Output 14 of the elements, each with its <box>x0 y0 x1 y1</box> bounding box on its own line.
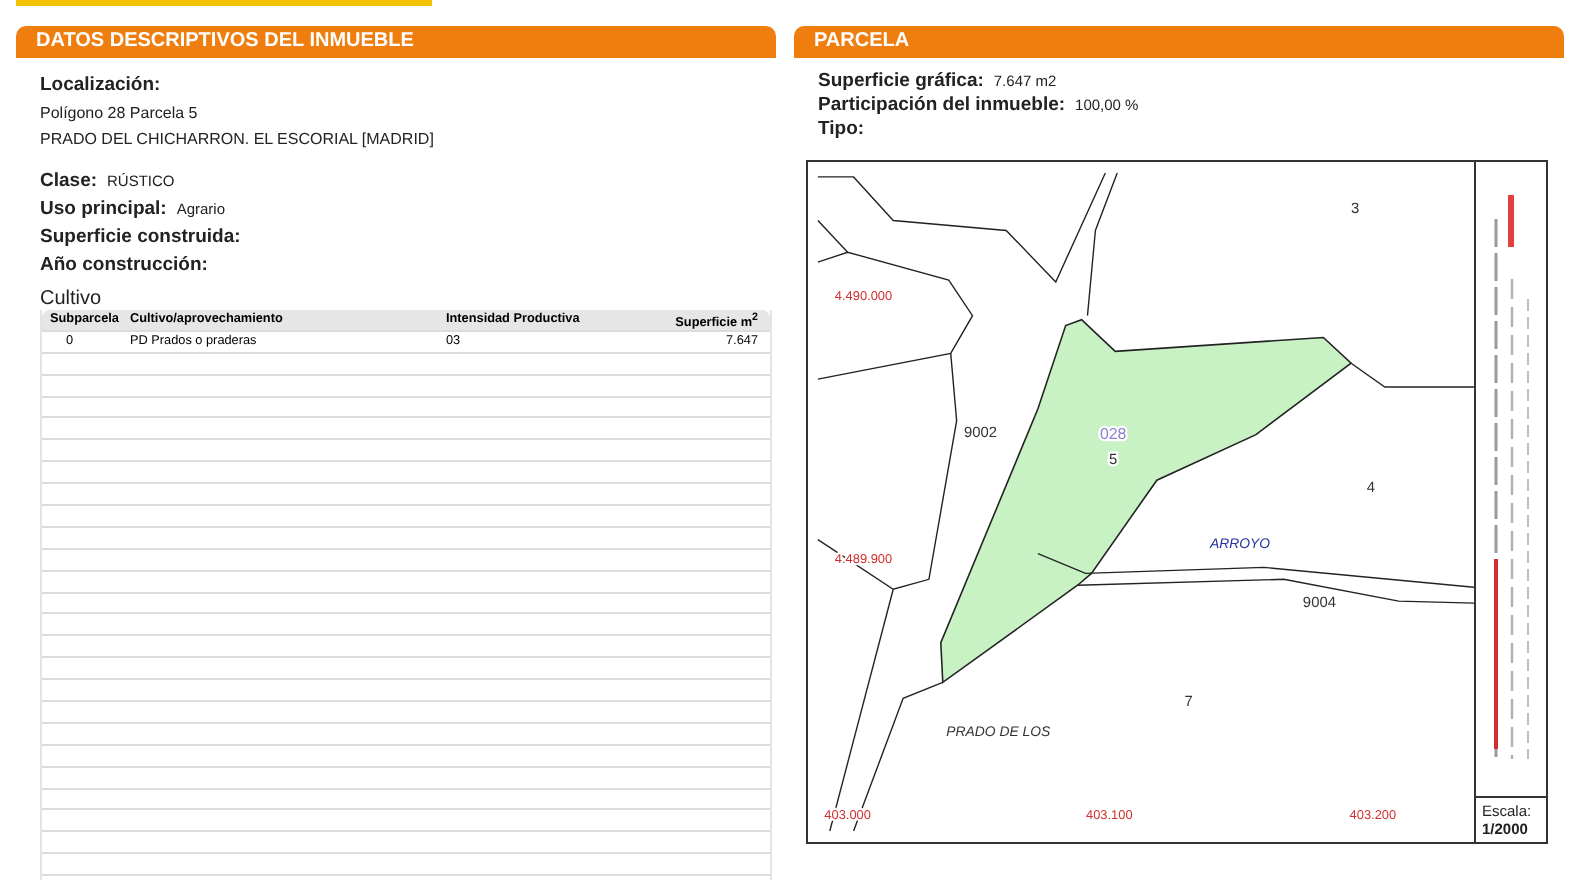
field-label: Participación del inmueble: <box>818 94 1066 116</box>
map-label: 028 <box>1100 424 1127 443</box>
location-label: Localización: <box>40 74 163 96</box>
field-label: Superficie gráfica: <box>818 70 984 92</box>
field-label: Uso principal: <box>40 198 167 220</box>
field-label: Año construcción: <box>40 254 208 276</box>
section-header: PARCELA <box>794 26 1564 58</box>
section-header: DATOS DESCRIPTIVOS DEL INMUEBLE <box>16 26 776 58</box>
address-line: Polígono 28 Parcela 5 <box>40 104 200 122</box>
address-line: PRADO DEL CHICHARRON. EL ESCORIAL [MADRID] <box>40 130 436 148</box>
field-label: Superficie construida: <box>40 226 241 248</box>
field-label: Clase: <box>40 170 98 192</box>
cultivo-title: Cultivo <box>40 288 104 310</box>
field-label: Tipo: <box>818 118 865 140</box>
